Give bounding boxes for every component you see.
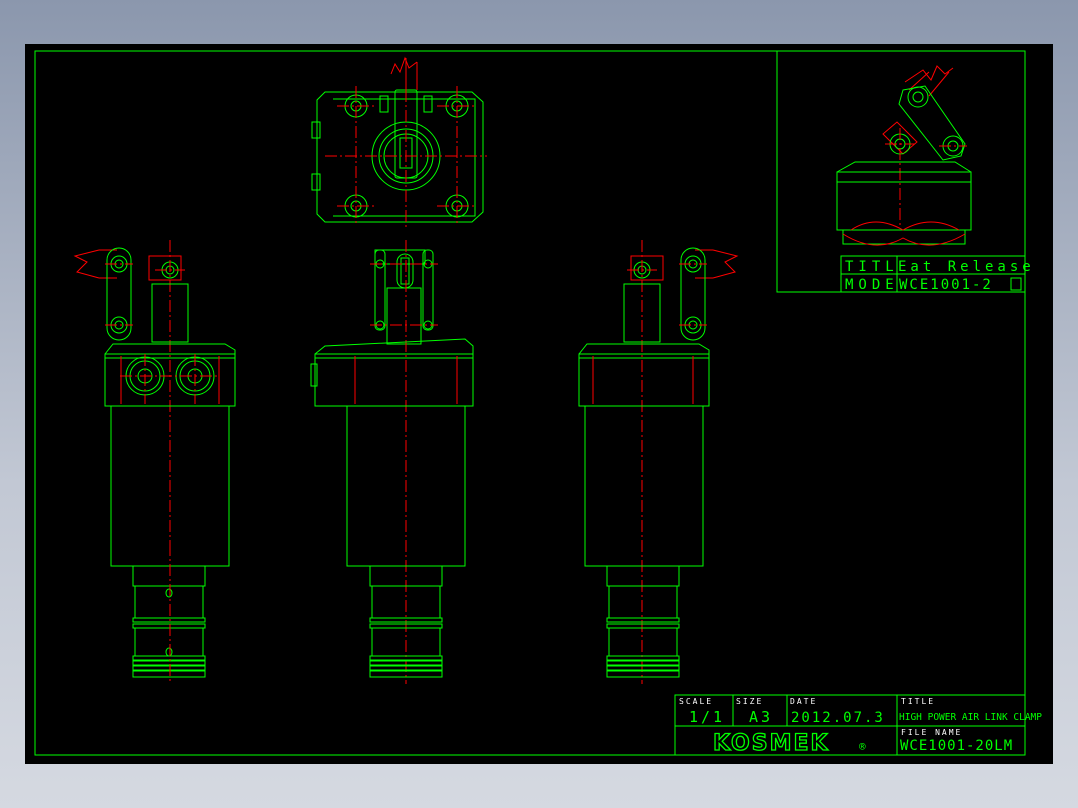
front-view-center bbox=[310, 240, 474, 684]
inset-title-label: TITL bbox=[845, 259, 899, 275]
filename-label: FILE NAME bbox=[901, 728, 962, 737]
registered-mark: ® bbox=[859, 740, 866, 753]
title-label: TITLE bbox=[901, 697, 935, 706]
front-view-left bbox=[73, 240, 236, 684]
sheet-border bbox=[34, 50, 1026, 756]
inset-title-value: Eat Release bbox=[898, 259, 1035, 275]
drawing-sheet: TITL Eat Release MODE WCE1001-2 SCALE 1/… bbox=[34, 50, 1042, 757]
inset-model-label: MODE bbox=[845, 277, 899, 293]
date-label: DATE bbox=[790, 697, 817, 706]
inset-model-value: WCE1001-2 bbox=[899, 277, 993, 293]
filename-value: WCE1001-20LM bbox=[900, 738, 1013, 754]
cad-viewport[interactable]: TITL Eat Release MODE WCE1001-2 SCALE 1/… bbox=[25, 44, 1053, 764]
company-logo: KOSMEK bbox=[713, 731, 830, 756]
size-label: SIZE bbox=[736, 697, 763, 706]
top-view bbox=[311, 56, 487, 230]
title-block: SCALE 1/1 SIZE A3 DATE 2012.07.3 TITLE H… bbox=[674, 694, 1042, 757]
size-value: A3 bbox=[749, 708, 773, 726]
date-value: 2012.07.3 bbox=[791, 710, 885, 726]
scale-value: 1/1 bbox=[689, 708, 725, 726]
scale-label: SCALE bbox=[679, 697, 713, 706]
front-view-right bbox=[578, 240, 739, 684]
inset-view: TITL Eat Release MODE WCE1001-2 bbox=[776, 50, 1035, 293]
title-value: HIGH POWER AIR LINK CLAMP bbox=[899, 712, 1042, 723]
